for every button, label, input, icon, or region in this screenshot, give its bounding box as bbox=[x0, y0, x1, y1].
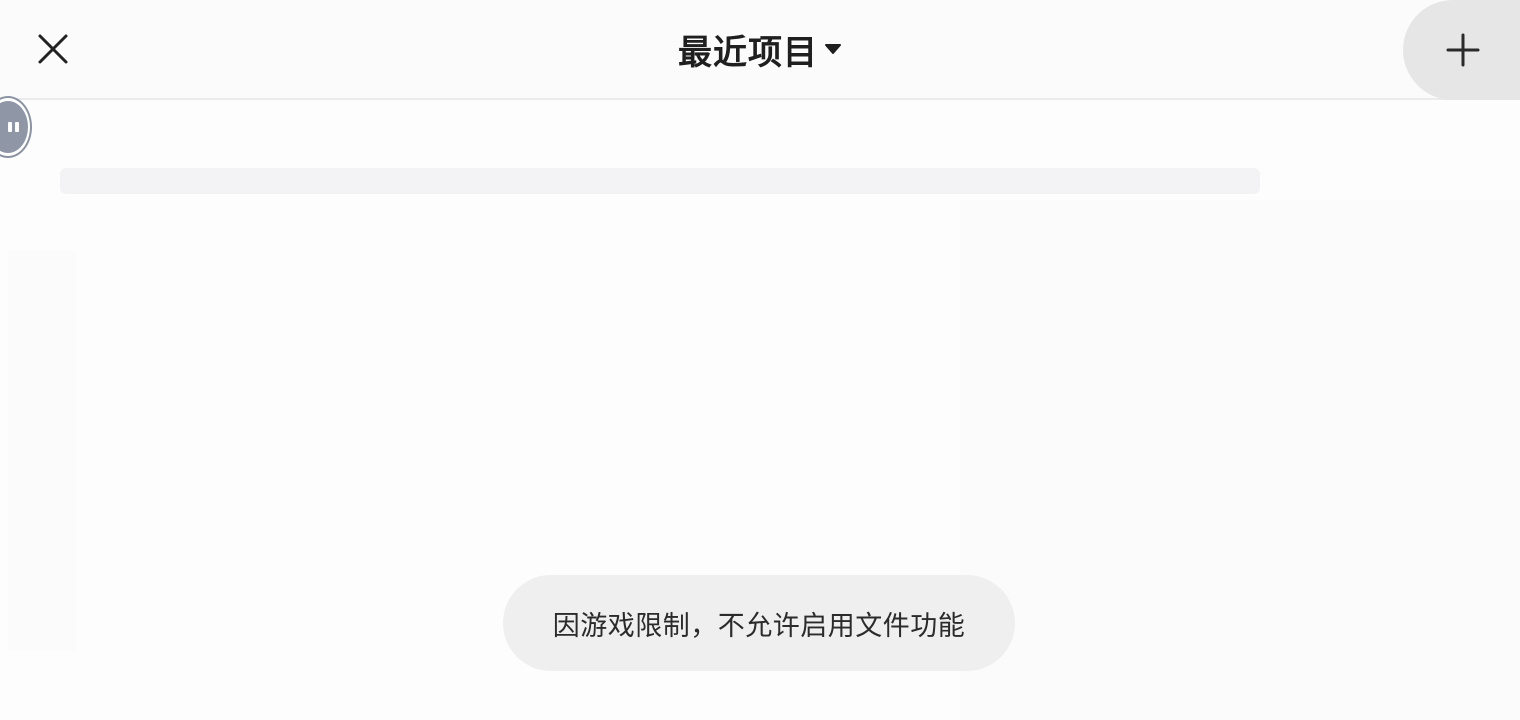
caret-down-icon bbox=[825, 44, 841, 54]
recent-items-dropdown[interactable]: 最近项目 bbox=[0, 24, 1520, 74]
floating-assistant-button[interactable] bbox=[0, 96, 32, 158]
file-picker-screen: 最近项目 因游戏限制，不允许启用文件功能 bbox=[0, 0, 1520, 720]
background-ghost-panel-right bbox=[960, 200, 1520, 720]
toast-notification: 因游戏限制，不允许启用文件功能 bbox=[503, 575, 1015, 671]
top-bar: 最近项目 bbox=[0, 0, 1520, 100]
plus-icon bbox=[1446, 33, 1480, 67]
add-button[interactable] bbox=[1403, 0, 1520, 100]
toast-message: 因游戏限制，不允许启用文件功能 bbox=[552, 610, 966, 642]
background-ghost-panel-left bbox=[8, 250, 76, 650]
pause-icon bbox=[0, 101, 28, 153]
page-title: 最近项目 bbox=[678, 32, 818, 73]
background-ghost-bar bbox=[60, 168, 1260, 194]
